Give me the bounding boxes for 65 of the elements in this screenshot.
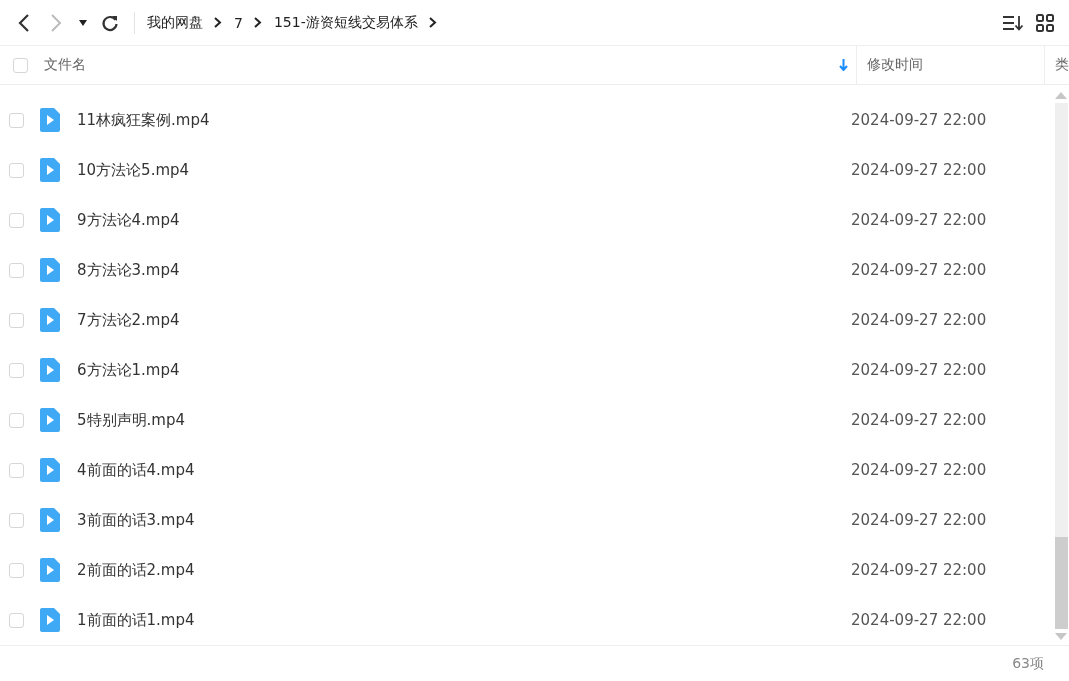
file-name[interactable]: 2前面的话2.mp4 xyxy=(77,560,851,580)
forward-icon[interactable] xyxy=(49,12,63,33)
row-checkbox[interactable] xyxy=(9,362,24,378)
chevron-right-icon xyxy=(427,16,437,29)
breadcrumb-link[interactable]: 151-游资短线交易体系 xyxy=(273,13,418,32)
sort-icon[interactable] xyxy=(1002,13,1024,32)
modified-time: 2024-09-27 22:00 xyxy=(851,561,987,579)
scroll-down-icon[interactable] xyxy=(1055,633,1067,641)
row-checkbox[interactable] xyxy=(9,312,24,328)
chevron-right-icon xyxy=(213,16,222,29)
video-file-icon xyxy=(40,458,60,482)
video-file-icon xyxy=(40,308,60,332)
modified-time: 2024-09-27 22:00 xyxy=(851,261,987,279)
file-name[interactable]: 1前面的话1.mp4 xyxy=(77,610,851,630)
column-header[interactable]: 类 xyxy=(1055,56,1069,74)
row-checkbox[interactable] xyxy=(9,512,24,528)
scroll-up-icon[interactable] xyxy=(1055,91,1067,99)
row-checkbox[interactable] xyxy=(9,612,24,628)
modified-time: 2024-09-27 22:00 xyxy=(851,111,987,129)
refresh-icon[interactable] xyxy=(101,13,119,32)
row-checkbox[interactable] xyxy=(9,212,24,228)
video-file-icon xyxy=(40,608,60,632)
breadcrumb-link[interactable]: 7 xyxy=(234,14,243,31)
modified-time: 2024-09-27 22:00 xyxy=(851,511,987,529)
file-name[interactable]: 8方法论3.mp4 xyxy=(77,260,851,280)
row-checkbox[interactable] xyxy=(9,462,24,478)
file-name[interactable]: 3前面的话3.mp4 xyxy=(77,510,851,530)
video-file-icon xyxy=(40,558,60,582)
file-name[interactable]: 4前面的话4.mp4 xyxy=(77,460,851,480)
grid-view-icon[interactable] xyxy=(1036,13,1054,32)
row-checkbox[interactable] xyxy=(9,412,24,428)
video-file-icon xyxy=(40,208,60,232)
file-name[interactable]: 11林疯狂案例.mp4 xyxy=(77,110,851,130)
dropdown-caret-icon[interactable] xyxy=(79,19,87,26)
row-checkbox[interactable] xyxy=(9,112,24,128)
file-name[interactable]: 10方法论5.mp4 xyxy=(77,160,851,180)
video-file-icon xyxy=(40,358,60,382)
video-file-icon xyxy=(40,258,60,282)
file-name[interactable]: 5特别声明.mp4 xyxy=(77,410,851,430)
video-file-icon xyxy=(40,108,60,132)
video-file-icon xyxy=(40,508,60,532)
column-header[interactable]: 文件名 xyxy=(44,56,839,74)
modified-time: 2024-09-27 22:00 xyxy=(851,311,987,329)
back-icon[interactable] xyxy=(17,12,31,33)
video-file-icon xyxy=(40,408,60,432)
modified-time: 2024-09-27 22:00 xyxy=(851,361,987,379)
row-checkbox[interactable] xyxy=(9,162,24,178)
modified-time: 2024-09-27 22:00 xyxy=(851,611,987,629)
scrollbar-thumb[interactable] xyxy=(1054,537,1068,629)
row-checkbox[interactable] xyxy=(9,262,24,278)
video-file-icon xyxy=(40,158,60,182)
item-count: 63项 xyxy=(1012,654,1044,673)
modified-time: 2024-09-27 22:00 xyxy=(851,461,987,479)
chevron-right-icon xyxy=(252,16,262,29)
modified-time: 2024-09-27 22:00 xyxy=(851,161,987,179)
scrollbar-track[interactable] xyxy=(1054,103,1068,629)
file-name[interactable]: 9方法论4.mp4 xyxy=(77,210,851,230)
breadcrumb-link[interactable]: 我的网盘 xyxy=(147,13,203,32)
file-name[interactable]: 6方法论1.mp4 xyxy=(77,360,851,380)
select-all-checkbox[interactable] xyxy=(13,57,28,73)
modified-time: 2024-09-27 22:00 xyxy=(851,411,987,429)
modified-time: 2024-09-27 22:00 xyxy=(851,211,987,229)
row-checkbox[interactable] xyxy=(9,562,24,578)
column-header[interactable]: 修改时间 xyxy=(867,56,923,74)
file-name[interactable]: 7方法论2.mp4 xyxy=(77,310,851,330)
